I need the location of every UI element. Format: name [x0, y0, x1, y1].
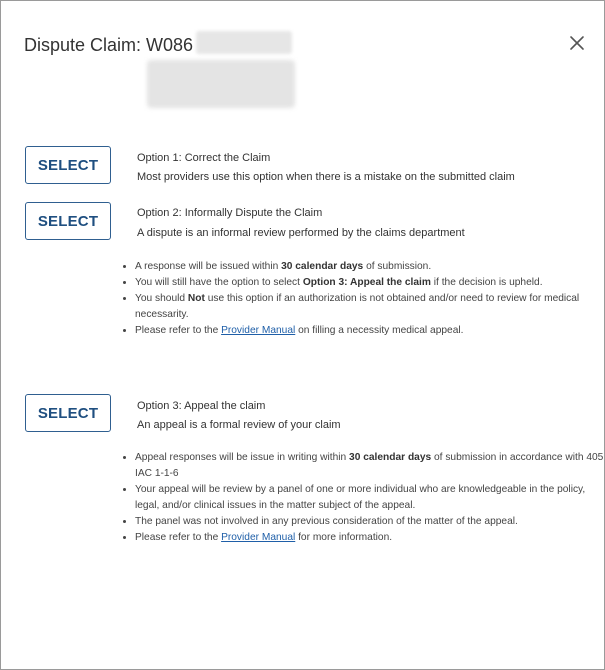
- list-item: Your appeal will be review by a panel of…: [135, 482, 605, 514]
- option-2-title: Option 2: Informally Dispute the Claim: [137, 207, 323, 219]
- provider-manual-link[interactable]: Provider Manual: [221, 532, 295, 543]
- option-1-title: Option 1: Correct the Claim: [137, 152, 271, 164]
- select-option-2-button[interactable]: SELECT: [25, 202, 111, 240]
- option-3-bullet-list: Appeal responses will be issue in writin…: [119, 450, 605, 546]
- select-option-3-button[interactable]: SELECT: [25, 394, 111, 432]
- dispute-claim-dialog: Dispute Claim: W086 SELECT Option 1: Cor…: [0, 0, 605, 670]
- list-item: Please refer to the Provider Manual on f…: [135, 323, 605, 339]
- dialog-title: Dispute Claim: W086: [24, 35, 194, 55]
- close-button[interactable]: [565, 31, 589, 55]
- list-item: Please refer to the Provider Manual for …: [135, 530, 605, 546]
- option-2-description: A dispute is an informal review performe…: [137, 227, 465, 239]
- provider-manual-link[interactable]: Provider Manual: [221, 325, 295, 336]
- option-1-description: Most providers use this option when ther…: [137, 171, 515, 183]
- redacted-claim-number: [196, 31, 292, 54]
- list-item: Appeal responses will be issue in writin…: [135, 450, 605, 482]
- option-3-title: Option 3: Appeal the claim: [137, 400, 266, 412]
- close-icon: [570, 36, 584, 50]
- redacted-claim-details: [147, 60, 295, 108]
- list-item: A response will be issued within 30 cale…: [135, 259, 605, 275]
- list-item: You will still have the option to select…: [135, 275, 605, 291]
- option-3-description: An appeal is a formal review of your cla…: [137, 419, 341, 431]
- list-item: The panel was not involved in any previo…: [135, 514, 605, 530]
- select-option-1-button[interactable]: SELECT: [25, 146, 111, 184]
- option-2-bullet-list: A response will be issued within 30 cale…: [119, 259, 605, 339]
- list-item: You should Not use this option if an aut…: [135, 291, 605, 323]
